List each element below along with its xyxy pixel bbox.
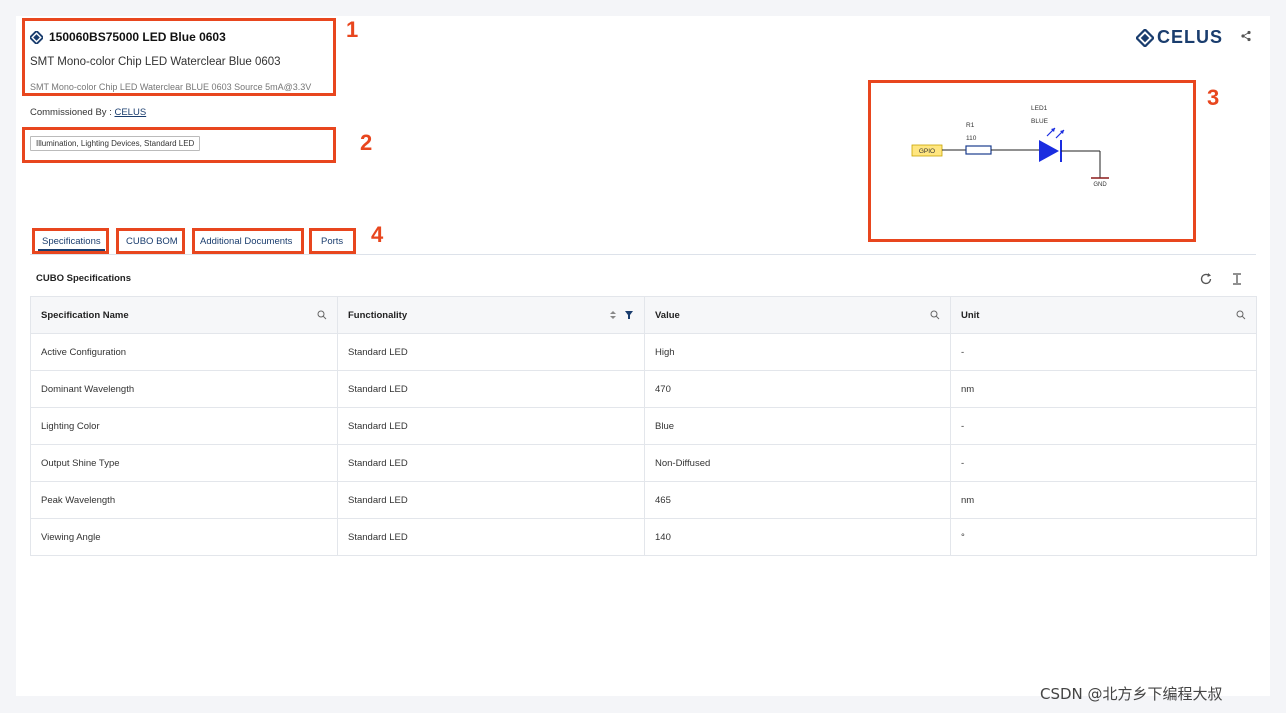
cell-specification-name: Dominant Wavelength <box>30 370 338 408</box>
cell-unit: nm <box>950 481 1257 519</box>
commissioned-by-link[interactable]: CELUS <box>114 107 146 118</box>
celus-logo: CELUS <box>1136 27 1223 48</box>
cell-value: High <box>644 333 951 371</box>
specifications-table: Specification Name Functionality Value U… <box>30 296 1257 556</box>
table-row[interactable]: Viewing Angle Standard LED 140 ° <box>30 518 1257 556</box>
search-icon[interactable] <box>930 310 940 320</box>
celus-logo-text: CELUS <box>1157 27 1224 47</box>
cell-functionality: Standard LED <box>337 444 645 482</box>
table-row[interactable]: Lighting Color Standard LED Blue - <box>30 407 1257 445</box>
annotation-box-4-specifications <box>32 228 109 254</box>
cell-unit: ° <box>950 518 1257 556</box>
annotation-number-3: 3 <box>1207 85 1220 110</box>
cell-specification-name: Viewing Angle <box>30 518 338 556</box>
column-header-functionality: Functionality <box>337 296 645 334</box>
column-header-label: Functionality <box>348 309 408 321</box>
table-row[interactable]: Dominant Wavelength Standard LED 470 nm <box>30 370 1257 408</box>
cell-functionality: Standard LED <box>337 518 645 556</box>
column-height-icon[interactable] <box>1230 272 1244 286</box>
commissioned-label: Commissioned By : <box>30 107 115 118</box>
celus-logo-icon <box>1136 28 1154 47</box>
cell-unit: - <box>950 444 1257 482</box>
annotation-box-2 <box>22 127 336 163</box>
cell-value: Blue <box>644 407 951 445</box>
cell-specification-name: Output Shine Type <box>30 444 338 482</box>
cell-specification-name: Lighting Color <box>30 407 338 445</box>
cell-specification-name: Peak Wavelength <box>30 481 338 519</box>
search-icon[interactable] <box>1236 310 1246 320</box>
refresh-icon[interactable] <box>1199 272 1213 286</box>
column-header-value: Value <box>644 296 951 334</box>
cell-value: Non-Diffused <box>644 444 951 482</box>
cell-functionality: Standard LED <box>337 333 645 371</box>
search-icon[interactable] <box>317 310 327 320</box>
share-icon[interactable] <box>1240 30 1252 42</box>
watermark: CSDN @北方乡下编程大叔 <box>1040 685 1223 703</box>
annotation-number-1: 1 <box>346 17 359 42</box>
annotation-number-2: 2 <box>360 130 373 155</box>
commissioned-by: Commissioned By : CELUS <box>30 107 146 118</box>
cell-functionality: Standard LED <box>337 370 645 408</box>
cell-functionality: Standard LED <box>337 481 645 519</box>
annotation-box-1 <box>22 18 336 96</box>
annotation-box-4-additional-documents <box>192 228 304 254</box>
cell-unit: nm <box>950 370 1257 408</box>
section-title: CUBO Specifications <box>36 273 132 284</box>
cell-value: 470 <box>644 370 951 408</box>
column-header-unit: Unit <box>950 296 1257 334</box>
sort-icon[interactable] <box>608 310 618 320</box>
annotation-box-3 <box>868 80 1196 242</box>
table-row[interactable]: Output Shine Type Standard LED Non-Diffu… <box>30 444 1257 482</box>
annotation-box-4-cubo-bom <box>116 228 185 254</box>
cell-value: 140 <box>644 518 951 556</box>
annotation-number-4: 4 <box>371 222 384 247</box>
column-header-label: Specification Name <box>41 309 129 321</box>
cell-specification-name: Active Configuration <box>30 333 338 371</box>
cell-unit: - <box>950 333 1257 371</box>
filter-icon[interactable] <box>624 310 634 320</box>
cell-functionality: Standard LED <box>337 407 645 445</box>
cell-value: 465 <box>644 481 951 519</box>
table-row[interactable]: Peak Wavelength Standard LED 465 nm <box>30 481 1257 519</box>
table-row[interactable]: Active Configuration Standard LED High - <box>30 333 1257 371</box>
column-header-specification-name: Specification Name <box>30 296 338 334</box>
column-header-label: Unit <box>961 309 980 321</box>
annotation-box-4-ports <box>309 228 356 254</box>
table-header-row: Specification Name Functionality Value U… <box>30 296 1257 334</box>
column-header-label: Value <box>655 309 680 321</box>
cell-unit: - <box>950 407 1257 445</box>
